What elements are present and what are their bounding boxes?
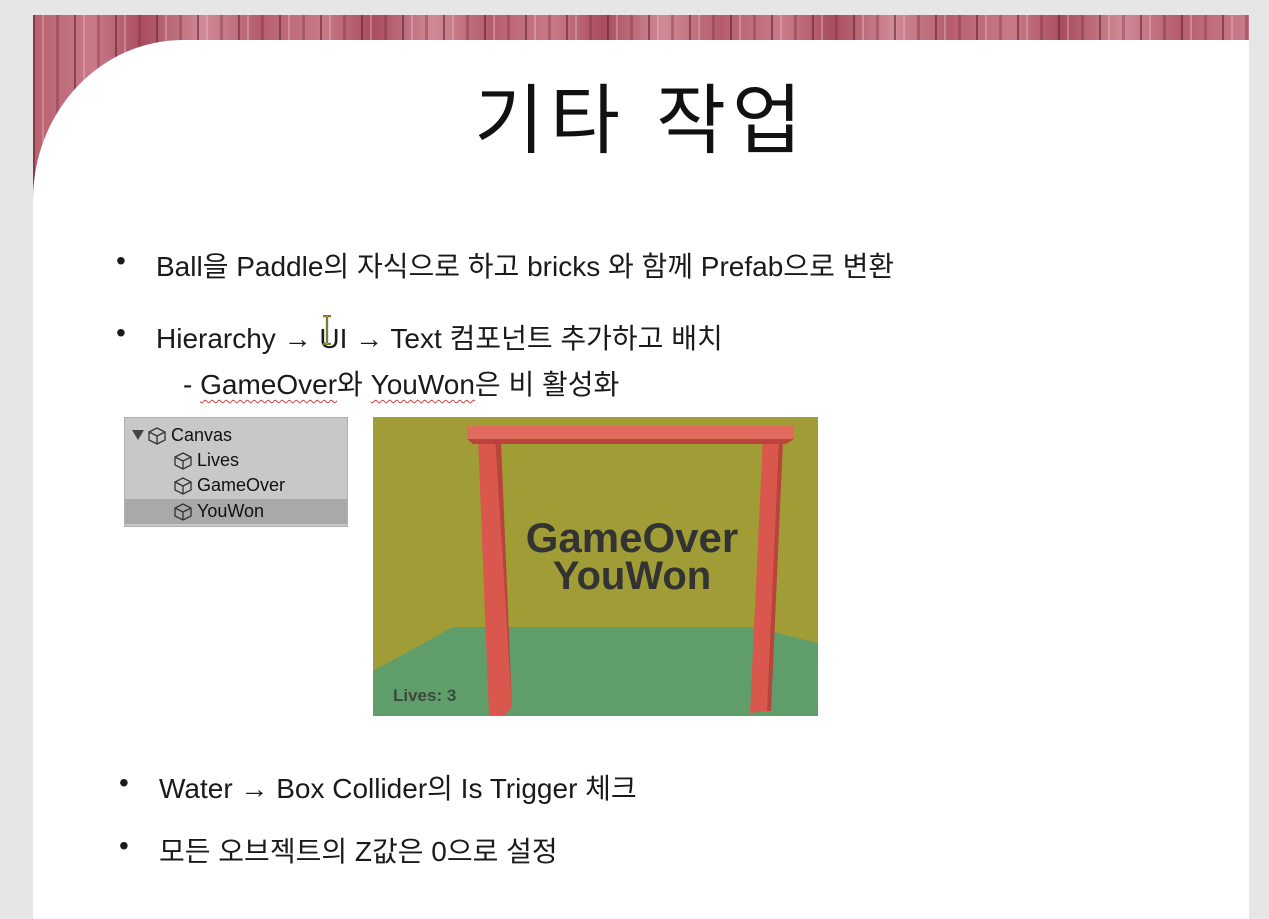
hierarchy-label: YouWon xyxy=(197,501,265,521)
youwon-word: YouWon xyxy=(370,369,475,400)
bullet-text: Hierarchy → UI → Text 컴포넌트 추가하고 배치 xyxy=(156,323,723,354)
bullet-dot: • xyxy=(119,830,129,861)
youwon-text: YouWon xyxy=(553,554,711,598)
gameobject-cube-icon xyxy=(174,477,192,495)
top-beam-shade xyxy=(467,439,794,444)
bullet-hierarchy: • Hierarchy → UI → Text 컴포넌트 추가하고 배치 xyxy=(116,317,723,357)
gameobject-cube-icon xyxy=(148,427,166,445)
bullet-text: Water → Box Collider의 Is Trigger 체크 xyxy=(159,773,637,804)
text-cursor-icon xyxy=(323,315,331,345)
sub-dash: - xyxy=(183,369,201,400)
expand-arrow-icon[interactable] xyxy=(131,426,145,444)
gameover-word: GameOver xyxy=(200,369,338,400)
bullet-dot: • xyxy=(119,767,129,798)
bullet-text: 모든 오브젝트의 Z값은 0으로 설정 xyxy=(159,836,558,867)
hierarchy-label: Lives xyxy=(197,450,240,470)
lives-text: Lives: 3 xyxy=(393,686,456,705)
bullet-z-value: • 모든 오브젝트의 Z값은 0으로 설정 xyxy=(119,830,558,870)
hierarchy-label: Canvas xyxy=(171,425,233,445)
bullet-prefab: • Ball을 Paddle의 자식으로 하고 bricks 와 함께 Pref… xyxy=(116,245,895,285)
game-preview: GameOver YouWon Lives: 3 xyxy=(373,417,818,716)
game-scene: GameOver YouWon Lives: 3 xyxy=(373,417,818,716)
gameobject-cube-icon xyxy=(174,503,192,521)
slide: 기타 작업 • Ball을 Paddle의 자식으로 하고 bricks 와 함… xyxy=(33,15,1249,919)
slide-title: 기타 작업 xyxy=(474,76,808,165)
bullet-water: • Water → Box Collider의 Is Trigger 체크 xyxy=(119,767,637,807)
bullet-dot: • xyxy=(116,245,126,276)
top-beam xyxy=(467,426,794,439)
gameobject-cube-icon xyxy=(174,452,192,470)
bullet-text: Ball을 Paddle의 자식으로 하고 bricks 와 함께 Prefab… xyxy=(156,251,895,282)
sub-conjunction: 와 xyxy=(337,369,371,400)
hierarchy-label: GameOver xyxy=(197,475,286,495)
sub-rest: 은 비 활성화 xyxy=(474,369,620,400)
bullet-dot: • xyxy=(116,317,126,348)
sub-bullet: - GameOver와 YouWon은 비 활성화 xyxy=(183,363,619,403)
hierarchy-panel: Canvas Lives GameOver YouWon xyxy=(124,417,348,527)
